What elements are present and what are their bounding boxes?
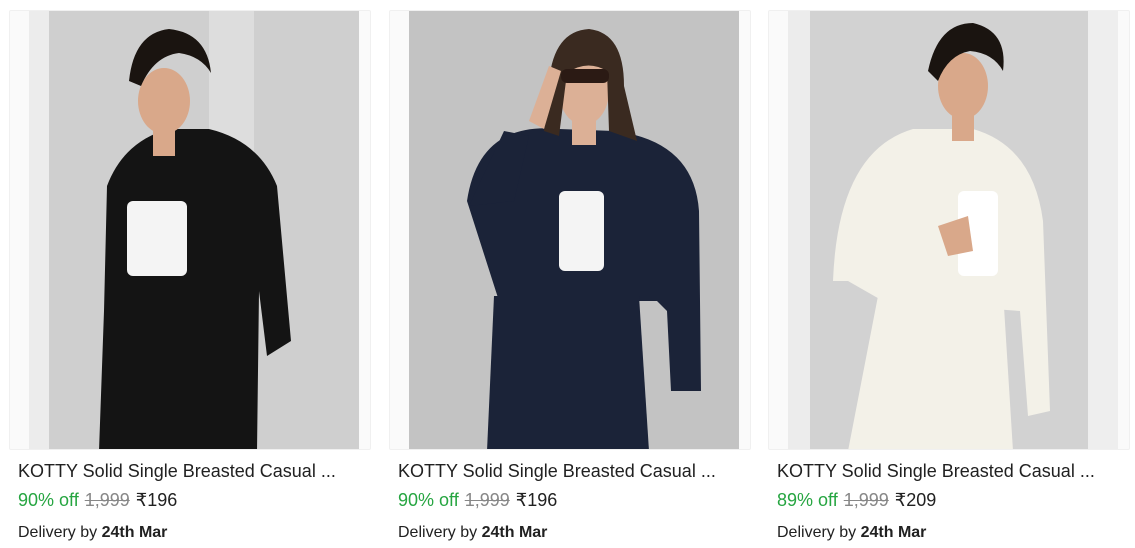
price-row: 89% off 1,999 ₹209: [777, 489, 936, 511]
product-title[interactable]: KOTTY Solid Single Breasted Casual ...: [398, 460, 743, 482]
product-card[interactable]: KOTTY Solid Single Breasted Casual ... 9…: [389, 0, 751, 548]
product-image-frame[interactable]: [768, 10, 1130, 450]
product-card[interactable]: KOTTY Solid Single Breasted Casual ... 9…: [9, 0, 371, 548]
delivery-info: Delivery by 24th Mar: [777, 523, 926, 543]
selling-price: ₹196: [515, 490, 558, 510]
product-image[interactable]: [409, 11, 739, 449]
selling-price: ₹196: [135, 490, 178, 510]
product-photo: [409, 11, 739, 449]
discount-label: 89% off: [777, 490, 838, 510]
product-title[interactable]: KOTTY Solid Single Breasted Casual ...: [18, 460, 363, 482]
product-grid: KOTTY Solid Single Breasted Casual ... 9…: [0, 0, 1135, 548]
selling-price: ₹209: [894, 490, 937, 510]
mrp-price: 1,999: [843, 490, 889, 510]
delivery-date: 24th Mar: [481, 524, 548, 541]
mrp-price: 1,999: [84, 490, 130, 510]
discount-label: 90% off: [18, 490, 79, 510]
delivery-date: 24th Mar: [101, 524, 168, 541]
delivery-prefix: Delivery by: [18, 524, 98, 541]
delivery-info: Delivery by 24th Mar: [18, 523, 167, 543]
product-image-frame[interactable]: [9, 10, 371, 450]
delivery-prefix: Delivery by: [777, 524, 857, 541]
product-card[interactable]: KOTTY Solid Single Breasted Casual ... 8…: [768, 0, 1130, 548]
discount-label: 90% off: [398, 490, 459, 510]
delivery-prefix: Delivery by: [398, 524, 478, 541]
product-image[interactable]: [29, 11, 359, 449]
product-photo: [788, 11, 1118, 449]
product-image-frame[interactable]: [389, 10, 751, 450]
price-row: 90% off 1,999 ₹196: [18, 489, 177, 511]
product-photo: [29, 11, 359, 449]
product-title[interactable]: KOTTY Solid Single Breasted Casual ...: [777, 460, 1122, 482]
product-image[interactable]: [788, 11, 1118, 449]
delivery-date: 24th Mar: [860, 524, 927, 541]
mrp-price: 1,999: [464, 490, 510, 510]
price-row: 90% off 1,999 ₹196: [398, 489, 557, 511]
delivery-info: Delivery by 24th Mar: [398, 523, 547, 543]
